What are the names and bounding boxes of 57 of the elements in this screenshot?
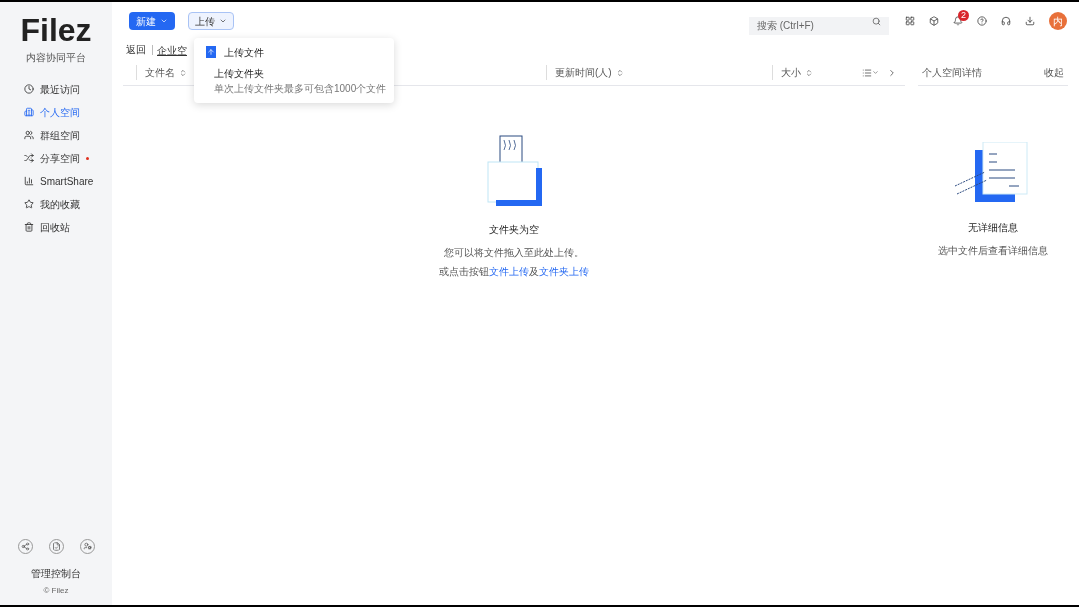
back-link[interactable]: 返回 xyxy=(126,45,153,55)
star-icon xyxy=(24,199,34,209)
no-details-title: 无详细信息 xyxy=(968,221,1018,235)
console-link[interactable]: 管理控制台 xyxy=(31,566,81,581)
menu-item-hint: 单次上传文件夹最多可包含1000个文件 xyxy=(214,82,387,96)
trash-icon xyxy=(24,222,34,232)
bell-icon[interactable] xyxy=(953,16,963,26)
menu-item[interactable]: 上传文件夹 单次上传文件夹最多可包含1000个文件 xyxy=(194,63,394,99)
empty-title: 文件夹为空 xyxy=(489,223,539,237)
list-view-icon[interactable] xyxy=(862,67,872,78)
search-icon[interactable] xyxy=(872,16,881,26)
sort-icon[interactable] xyxy=(179,68,187,77)
logo: Filez xyxy=(20,14,92,46)
copyright: © Filez xyxy=(43,585,69,597)
empty-hint: 您可以将文件拖入至此处上传。 xyxy=(444,246,584,260)
details-title: 个人空间详情 xyxy=(922,66,982,80)
column-header[interactable]: 文件名 xyxy=(145,65,175,80)
clock-icon xyxy=(24,84,34,94)
nav-item[interactable]: 群组空间 xyxy=(24,127,112,143)
nav-item[interactable]: SmartShare xyxy=(24,173,112,189)
nav-item[interactable]: 回收站 xyxy=(24,219,112,235)
menu-item-label: 上传文件 xyxy=(224,46,264,60)
sort-icon[interactable] xyxy=(805,68,813,77)
menu-item-label: 上传文件夹 xyxy=(214,67,265,81)
chevron-right-icon[interactable] xyxy=(887,67,897,78)
shuffle-icon xyxy=(24,153,34,163)
notification-badge: 2 xyxy=(958,10,969,21)
breadcrumb-link[interactable]: 企业空 xyxy=(157,42,187,58)
menu-item[interactable]: 上传文件 xyxy=(194,42,394,63)
upload-button[interactable]: 上传 xyxy=(188,12,234,30)
caret-icon xyxy=(219,17,227,25)
help-icon[interactable] xyxy=(977,16,987,26)
collapse-link[interactable]: 收起 xyxy=(1044,65,1064,80)
upload-file-icon xyxy=(206,46,216,58)
download-icon[interactable] xyxy=(1025,16,1035,26)
grid-icon[interactable] xyxy=(905,16,915,26)
search-field[interactable]: 搜索 (Ctrl+F) xyxy=(749,16,889,35)
sort-icon[interactable] xyxy=(615,68,624,77)
nav-item[interactable]: 我的收藏 xyxy=(24,196,112,212)
column-header[interactable]: 大小 xyxy=(781,65,801,80)
headphones-icon[interactable] xyxy=(1001,16,1011,26)
users-icon xyxy=(24,130,34,140)
empty-actions: 或点击按钮文件上传及文件夹上传 xyxy=(439,265,589,279)
bar-chart-icon xyxy=(24,176,34,186)
nav-item[interactable]: 分享空间 xyxy=(24,150,112,166)
building-icon xyxy=(24,107,34,117)
caret-icon[interactable] xyxy=(872,69,879,76)
column-header[interactable]: 更新时间(人) xyxy=(555,65,612,80)
folder-upload-link[interactable]: 文件夹上传 xyxy=(539,266,589,277)
no-details-hint: 选中文件后查看详细信息 xyxy=(938,244,1048,258)
new-button[interactable]: 新建 xyxy=(129,12,175,30)
cube-icon[interactable] xyxy=(929,16,939,26)
caret-icon xyxy=(160,17,168,25)
nav-item[interactable]: 最近访问 xyxy=(24,81,112,97)
nav-item[interactable]: 个人空间 xyxy=(24,104,112,120)
file-upload-link[interactable]: 文件上传 xyxy=(489,266,529,277)
logo-subtitle: 内容协同平台 xyxy=(26,51,86,65)
